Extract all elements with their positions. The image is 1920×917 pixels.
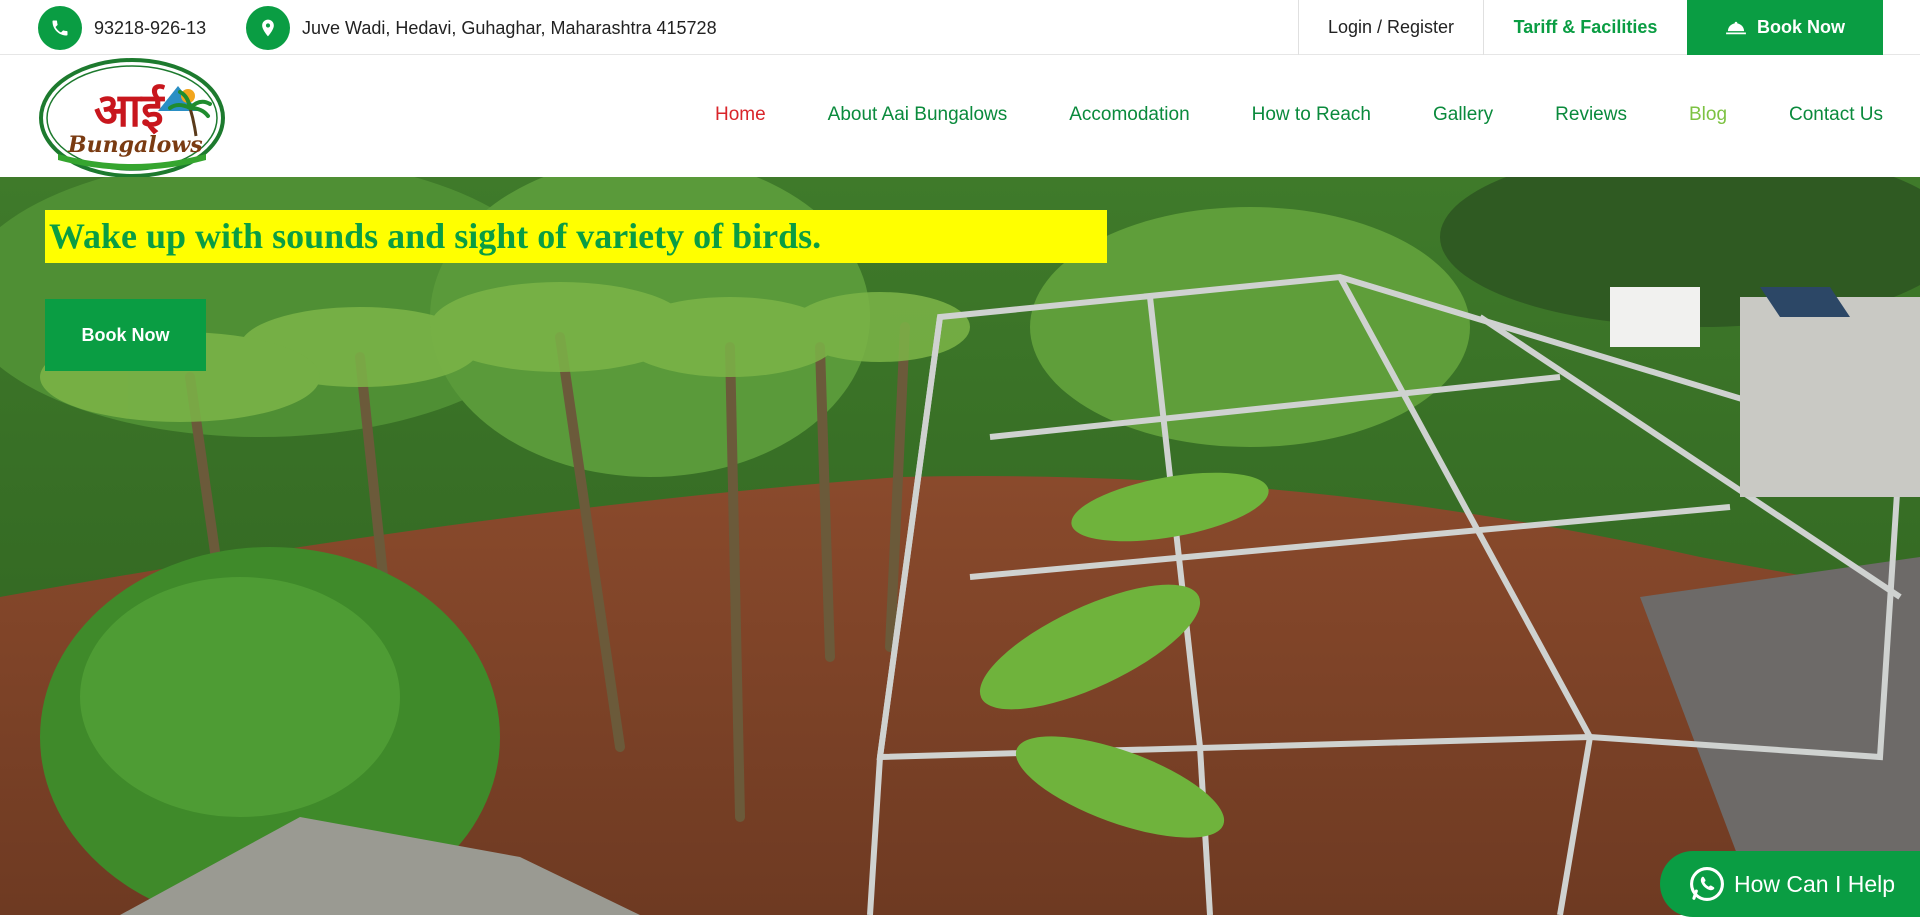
- nav-how-to-reach[interactable]: How to Reach: [1252, 104, 1371, 126]
- nav-contact-us[interactable]: Contact Us: [1789, 104, 1883, 126]
- login-register-link[interactable]: Login / Register: [1298, 0, 1483, 55]
- hero-banner: Wake up with sounds and sight of variety…: [0, 177, 1920, 915]
- nav-about[interactable]: About Aai Bungalows: [828, 104, 1008, 126]
- phone-contact[interactable]: 93218-926-13: [38, 6, 207, 50]
- main-nav: Home About Aai Bungalows Accomodation Ho…: [653, 56, 1883, 173]
- aai-bungalows-logo[interactable]: आई Bungalows: [38, 56, 226, 178]
- top-book-now-button[interactable]: Book Now: [1687, 0, 1883, 55]
- nav-gallery[interactable]: Gallery: [1433, 104, 1493, 126]
- phone-icon: [38, 6, 82, 50]
- whatsapp-help-button[interactable]: How Can I Help: [1660, 851, 1920, 917]
- whatsapp-icon: [1690, 867, 1724, 901]
- address-text: Juve Wadi, Hedavi, Guhaghar, Maharashtra…: [302, 17, 717, 38]
- top-book-now-label: Book Now: [1757, 17, 1845, 37]
- map-pin-icon: [246, 6, 290, 50]
- nav-accomodation[interactable]: Accomodation: [1069, 104, 1189, 126]
- hero-headline: Wake up with sounds and sight of variety…: [45, 210, 1107, 263]
- bell-icon: [1726, 21, 1746, 34]
- nav-blog[interactable]: Blog: [1689, 104, 1727, 126]
- top-bar: 93218-926-13 Juve Wadi, Hedavi, Guhaghar…: [0, 0, 1920, 55]
- logo-english-text: Bungalows: [67, 132, 203, 158]
- hero-book-now-button[interactable]: Book Now: [45, 299, 206, 371]
- address-contact[interactable]: Juve Wadi, Hedavi, Guhaghar, Maharashtra…: [246, 6, 717, 50]
- nav-reviews[interactable]: Reviews: [1555, 104, 1627, 126]
- tariff-facilities-link[interactable]: Tariff & Facilities: [1483, 0, 1687, 55]
- whatsapp-help-label: How Can I Help: [1734, 870, 1896, 897]
- phone-number: 93218-926-13: [94, 17, 207, 38]
- garden-photo: [0, 177, 1920, 915]
- top-actions: Login / Register Tariff & Facilities Boo…: [1298, 0, 1883, 55]
- site-header: आई Bungalows Home About Aai Bungalows Ac…: [0, 56, 1920, 178]
- logo-marathi-text: आई: [94, 83, 166, 137]
- nav-home[interactable]: Home: [715, 104, 766, 126]
